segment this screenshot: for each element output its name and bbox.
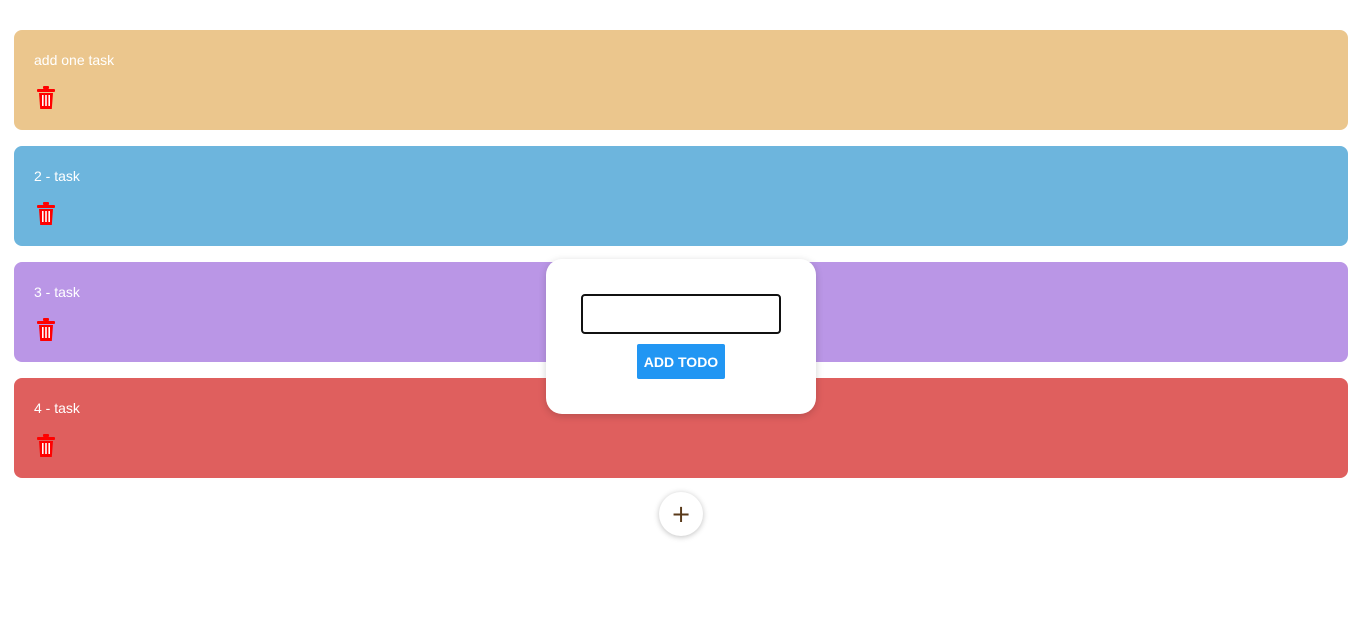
todo-input[interactable]	[581, 294, 781, 334]
plus-icon: +	[670, 500, 692, 528]
add-button[interactable]: +	[659, 492, 703, 536]
trash-icon[interactable]	[36, 434, 56, 458]
trash-icon[interactable]	[36, 202, 56, 226]
trash-icon[interactable]	[36, 86, 56, 110]
trash-icon[interactable]	[36, 318, 56, 342]
todo-card-2: 2 - task	[14, 146, 1348, 246]
todo-text: add one task	[34, 52, 115, 68]
add-todo-button[interactable]: ADD TODO	[637, 344, 725, 379]
todo-text: 2 - task	[34, 168, 80, 184]
add-todo-modal: ADD TODO	[546, 259, 816, 414]
todo-app: add one task 2 - task 3 - task 4 - task …	[0, 0, 1363, 626]
todo-card-1: add one task	[14, 30, 1348, 130]
